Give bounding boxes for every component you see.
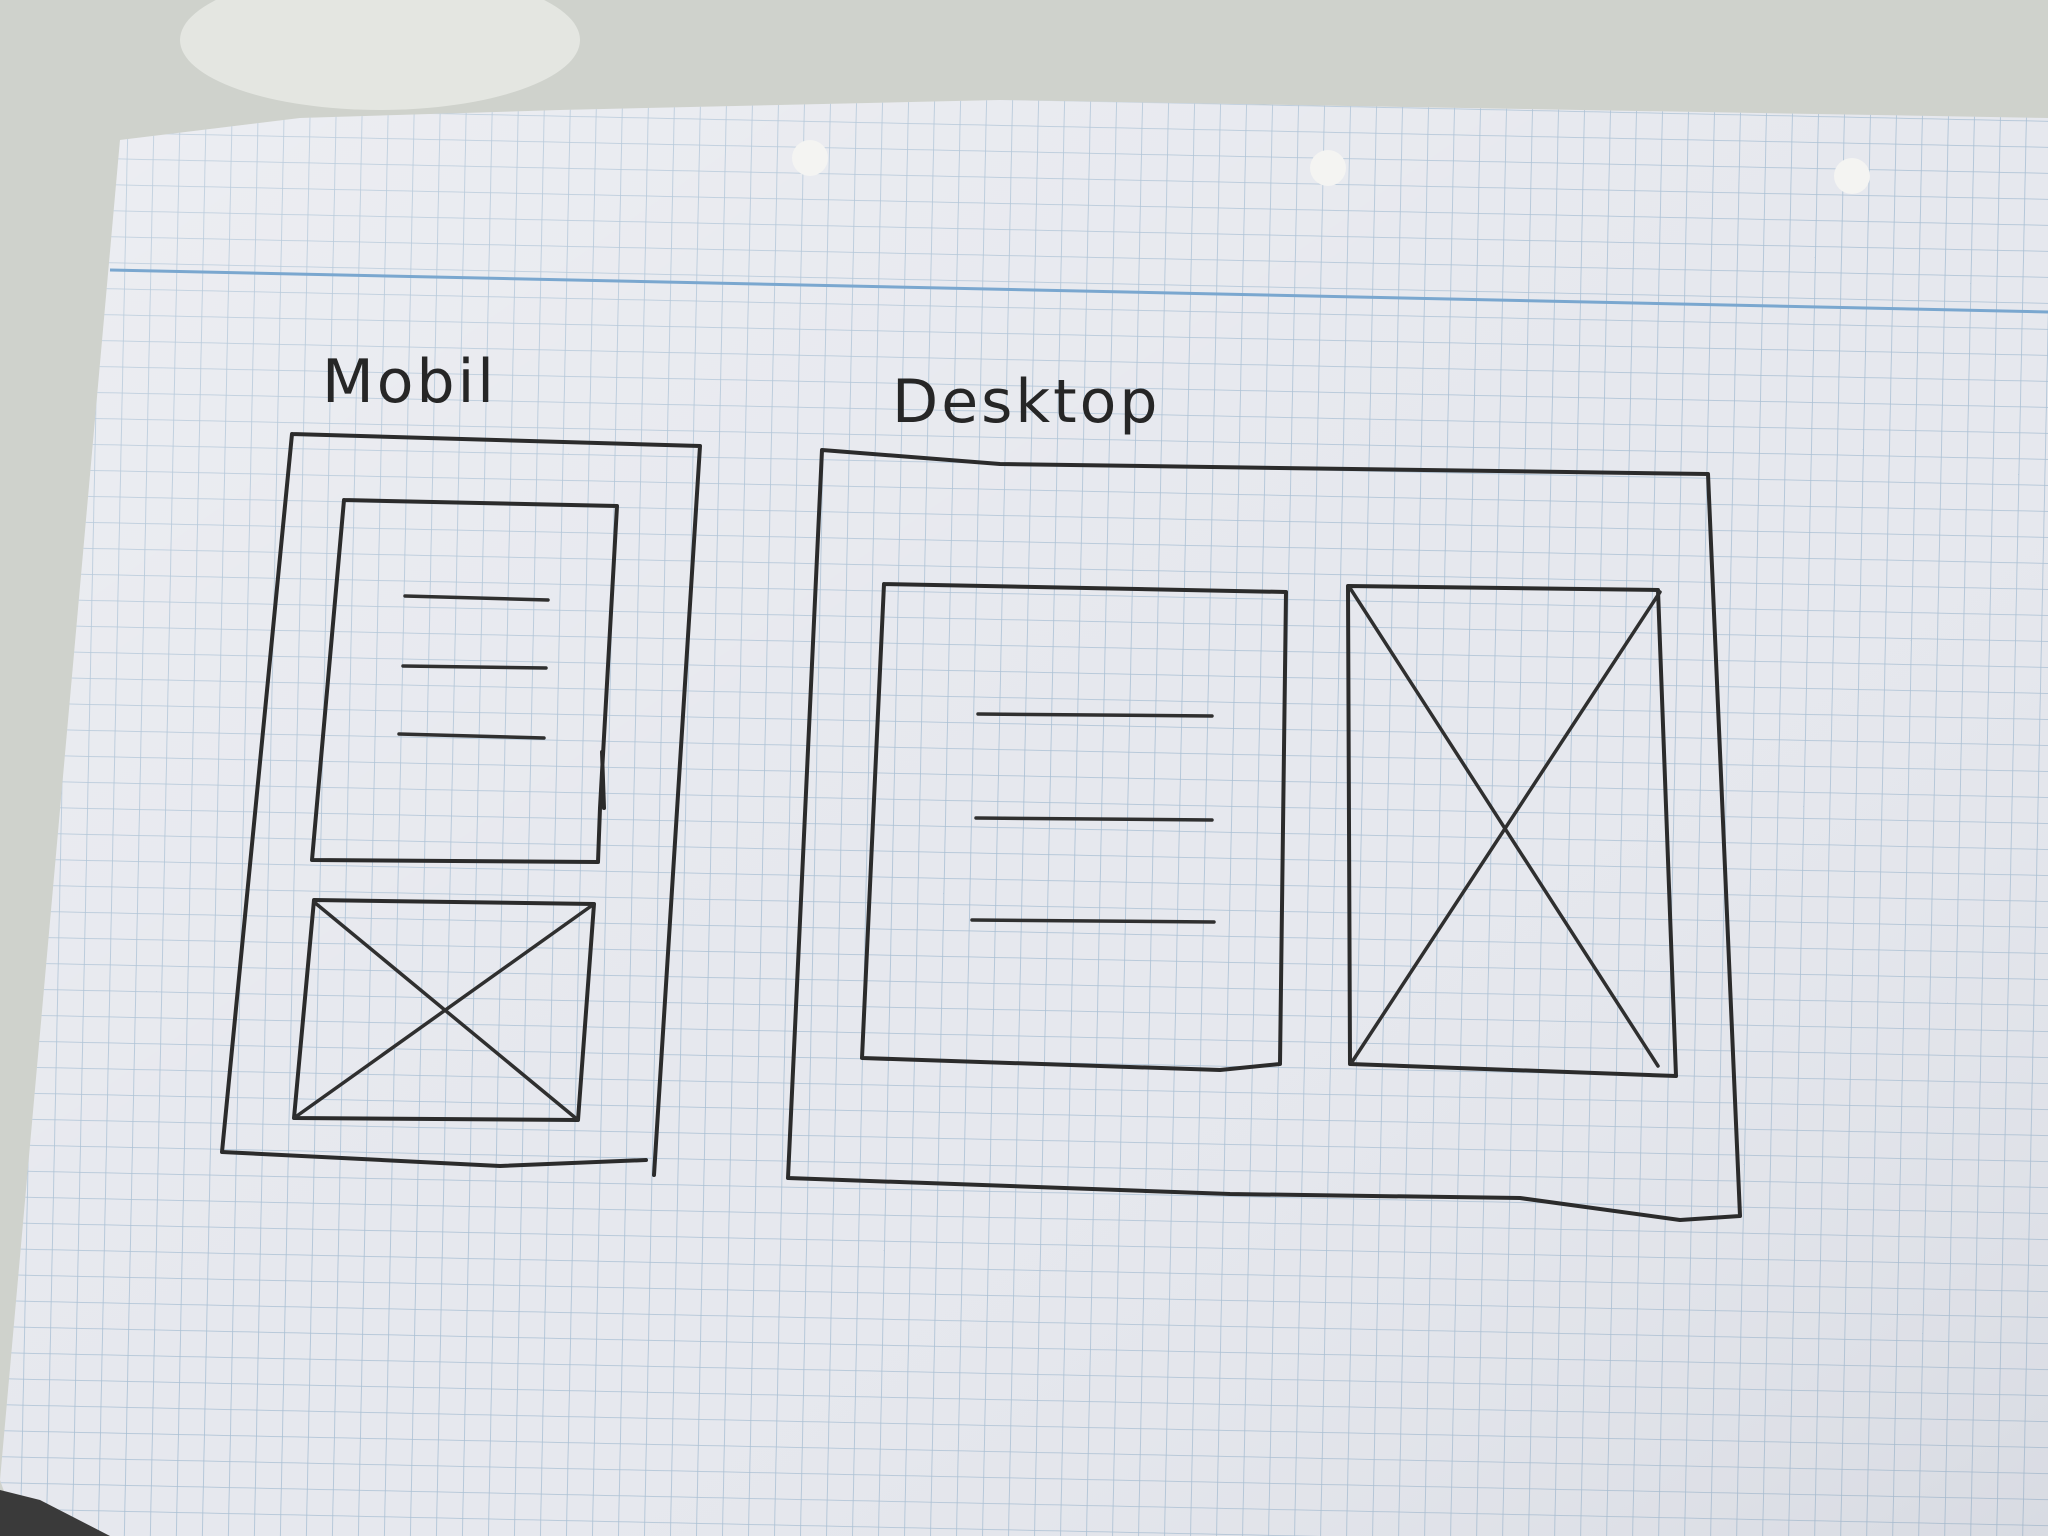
mobile-label: Mobil bbox=[322, 347, 497, 417]
sketch-photo: Mobil Desktop bbox=[0, 0, 2048, 1536]
punch-hole bbox=[792, 140, 828, 176]
desktop-label: Desktop bbox=[892, 367, 1160, 437]
punch-hole bbox=[1834, 158, 1870, 194]
punch-hole bbox=[1310, 150, 1346, 186]
